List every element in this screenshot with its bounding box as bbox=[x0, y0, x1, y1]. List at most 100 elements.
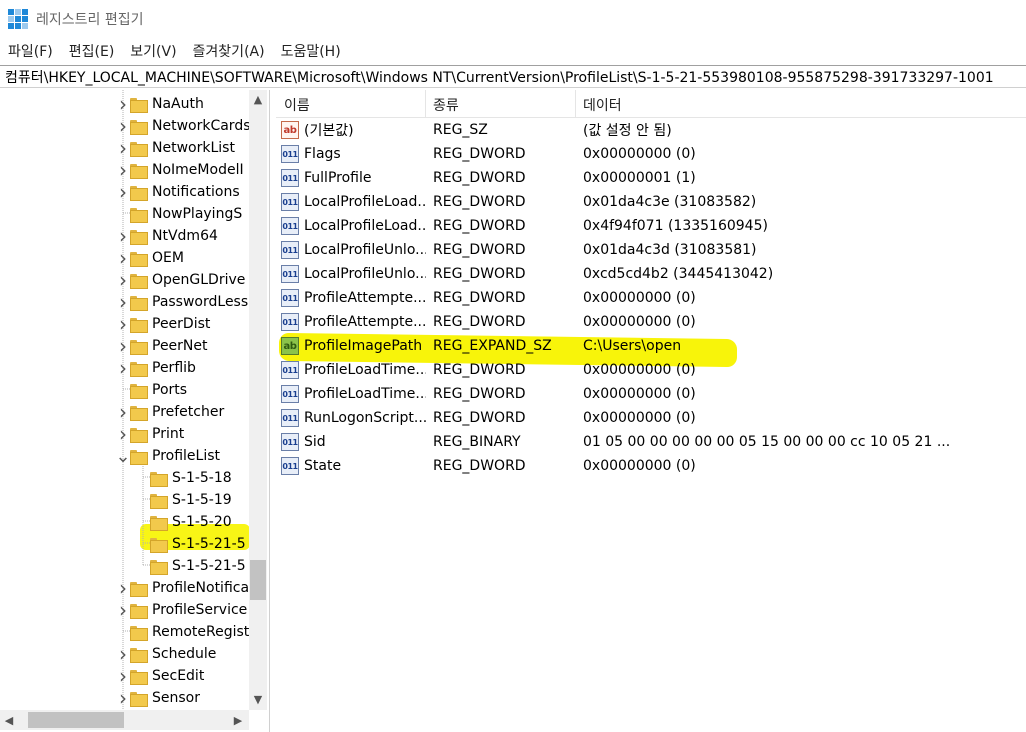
tree-item[interactable]: › Prefetcher bbox=[116, 400, 224, 424]
expand-chevron-icon[interactable]: › bbox=[116, 422, 130, 446]
value-row[interactable]: 011 LocalProfileLoad... REG_DWORD 0x4f94f07… bbox=[276, 214, 1026, 238]
tree-item[interactable]: › Notifications bbox=[116, 180, 240, 204]
value-row[interactable]: ab ProfileImagePath REG_EXPAND_SZ C:\Users\… bbox=[276, 334, 1026, 358]
tree-item[interactable]: › NtVdm64 bbox=[116, 224, 218, 248]
tree-item-label: PasswordLess bbox=[152, 294, 249, 310]
expand-chevron-icon[interactable]: › bbox=[116, 312, 130, 336]
expand-chevron-icon[interactable]: › bbox=[116, 158, 130, 182]
expand-chevron-icon[interactable]: › bbox=[116, 224, 130, 248]
tree-item[interactable]: › SecEdit bbox=[116, 664, 204, 688]
tree-item[interactable]: S-1-5-19 bbox=[136, 489, 232, 511]
tree-item[interactable]: › Schedule bbox=[116, 642, 216, 666]
menu-favorites[interactable]: 즐겨찾기(A) bbox=[185, 41, 273, 61]
value-row[interactable]: 011 Flags REG_DWORD 0x00000000 (0) bbox=[276, 142, 1026, 166]
value-row[interactable]: 011 ProfileAttempte... REG_DWORD 0x00000000… bbox=[276, 310, 1026, 334]
tree-horizontal-scrollbar[interactable]: ◀ ▶ bbox=[0, 710, 249, 730]
tree-item[interactable]: S-1-5-21-5 bbox=[136, 555, 246, 577]
tree-item-label: NetworkCards bbox=[152, 118, 251, 134]
value-name: ProfileLoadTime... bbox=[304, 386, 426, 402]
value-row[interactable]: 011 LocalProfileUnlo... REG_DWORD 0x01da4c3… bbox=[276, 238, 1026, 262]
tree-item[interactable]: S-1-5-21-5 bbox=[136, 533, 246, 555]
value-row[interactable]: 011 LocalProfileLoad... REG_DWORD 0x01da4c3… bbox=[276, 190, 1026, 214]
scroll-left-arrow-icon[interactable]: ◀ bbox=[0, 710, 18, 730]
value-name: LocalProfileLoad... bbox=[304, 194, 426, 210]
expand-chevron-icon[interactable]: › bbox=[116, 664, 130, 688]
menu-view[interactable]: 보기(V) bbox=[122, 41, 184, 61]
value-row[interactable]: 011 ProfileLoadTime... REG_DWORD 0x00000000… bbox=[276, 382, 1026, 406]
tree-item[interactable]: › ProfileNotifica bbox=[116, 576, 249, 600]
tree-item-label: RemoteRegist bbox=[152, 624, 250, 640]
expand-chevron-icon[interactable]: › bbox=[116, 180, 130, 204]
expand-chevron-icon[interactable]: › bbox=[116, 114, 130, 138]
value-row[interactable]: ab (기본값) REG_SZ (값 설정 안 됨) bbox=[276, 118, 1026, 142]
binary-value-icon: 011 bbox=[281, 457, 299, 475]
scroll-up-arrow-icon[interactable]: ▲ bbox=[249, 90, 267, 108]
tree-item[interactable]: › NetworkCards bbox=[116, 114, 251, 138]
expand-chevron-icon[interactable]: › bbox=[116, 576, 130, 600]
tree-item[interactable]: › NoImeModelI bbox=[116, 158, 244, 182]
menu-help[interactable]: 도움말(H) bbox=[273, 41, 349, 61]
binary-value-icon: 011 bbox=[281, 385, 299, 403]
tree-item[interactable]: › Print bbox=[116, 422, 184, 446]
menu-edit[interactable]: 편집(E) bbox=[61, 41, 123, 61]
binary-value-icon: 011 bbox=[281, 217, 299, 235]
value-row[interactable]: 011 ProfileAttempte... REG_DWORD 0x00000000… bbox=[276, 286, 1026, 310]
expand-chevron-icon[interactable]: › bbox=[116, 92, 130, 116]
tree-item[interactable]: RemoteRegist bbox=[116, 621, 249, 643]
tree-item[interactable]: NowPlayingS bbox=[116, 203, 242, 225]
tree-vertical-scroll-thumb[interactable] bbox=[250, 560, 266, 600]
value-type: REG_DWORD bbox=[433, 170, 526, 186]
tree-item[interactable]: › PeerNet bbox=[116, 334, 208, 358]
column-header-name[interactable]: 이름 bbox=[284, 95, 310, 115]
tree-item-label: NtVdm64 bbox=[152, 228, 218, 244]
expand-chevron-icon[interactable]: › bbox=[116, 356, 130, 380]
string-value-icon: ab bbox=[281, 121, 299, 139]
tree-item[interactable]: › PasswordLess bbox=[116, 290, 249, 314]
tree-vertical-scrollbar[interactable]: ▲ ▼ bbox=[249, 90, 267, 710]
tree-item[interactable]: Ports bbox=[116, 379, 187, 401]
value-name: ProfileLoadTime... bbox=[304, 362, 426, 378]
tree-item[interactable]: › OEM bbox=[116, 246, 184, 270]
tree-item[interactable]: › Sensor bbox=[116, 686, 200, 710]
value-row[interactable]: 011 LocalProfileUnlo... REG_DWORD 0xcd5cd4b… bbox=[276, 262, 1026, 286]
expand-chevron-icon[interactable]: › bbox=[116, 246, 130, 270]
value-type: REG_DWORD bbox=[433, 194, 526, 210]
binary-value-icon: 011 bbox=[281, 241, 299, 259]
tree-item-label: Notifications bbox=[152, 184, 240, 200]
expand-chevron-icon[interactable]: › bbox=[116, 642, 130, 666]
tree-horizontal-scroll-thumb[interactable] bbox=[28, 712, 124, 728]
value-name: RunLogonScript... bbox=[304, 410, 426, 426]
window-title: 레지스트리 편집기 bbox=[36, 12, 144, 28]
expand-chevron-icon[interactable]: › bbox=[116, 686, 130, 710]
value-type: REG_DWORD bbox=[433, 386, 526, 402]
folder-icon bbox=[130, 207, 148, 223]
tree-item[interactable]: ⌄ ProfileList bbox=[115, 445, 220, 467]
value-row[interactable]: 011 RunLogonScript... REG_DWORD 0x00000000 … bbox=[276, 406, 1026, 430]
value-row[interactable]: 011 State REG_DWORD 0x00000000 (0) bbox=[276, 454, 1026, 478]
column-header-type[interactable]: 종류 bbox=[433, 95, 459, 115]
expand-chevron-icon[interactable]: › bbox=[116, 268, 130, 292]
scroll-right-arrow-icon[interactable]: ▶ bbox=[229, 710, 247, 730]
value-row[interactable]: 011 Sid REG_BINARY 01 05 00 00 00 00 00 05 … bbox=[276, 430, 1026, 454]
expand-chevron-icon[interactable]: › bbox=[116, 400, 130, 424]
scroll-down-arrow-icon[interactable]: ▼ bbox=[249, 690, 267, 708]
tree-item[interactable]: › PeerDist bbox=[116, 312, 210, 336]
menu-file[interactable]: 파일(F) bbox=[0, 41, 61, 61]
tree-item[interactable]: › Perflib bbox=[116, 356, 196, 380]
expand-chevron-icon[interactable]: › bbox=[116, 136, 130, 160]
address-bar[interactable]: 컴퓨터\HKEY_LOCAL_MACHINE\SOFTWARE\Microsof… bbox=[0, 65, 1026, 88]
collapse-chevron-icon[interactable]: ⌄ bbox=[115, 445, 130, 467]
tree-item[interactable]: › ProfileService bbox=[116, 598, 247, 622]
tree-item[interactable]: S-1-5-20 bbox=[136, 511, 232, 533]
tree-item[interactable]: S-1-5-18 bbox=[136, 467, 232, 489]
tree-item[interactable]: › NetworkList bbox=[116, 136, 235, 160]
expand-chevron-icon[interactable]: › bbox=[116, 290, 130, 314]
column-header-data[interactable]: 데이터 bbox=[583, 95, 622, 115]
expand-chevron-icon[interactable]: › bbox=[116, 334, 130, 358]
tree-item[interactable]: › NaAuth bbox=[116, 92, 204, 116]
value-row[interactable]: 011 ProfileLoadTime... REG_DWORD 0x00000000… bbox=[276, 358, 1026, 382]
expand-chevron-icon[interactable]: › bbox=[116, 598, 130, 622]
value-row[interactable]: 011 FullProfile REG_DWORD 0x00000001 (1) bbox=[276, 166, 1026, 190]
folder-icon bbox=[150, 471, 168, 487]
tree-item[interactable]: › OpenGLDrive bbox=[116, 268, 245, 292]
